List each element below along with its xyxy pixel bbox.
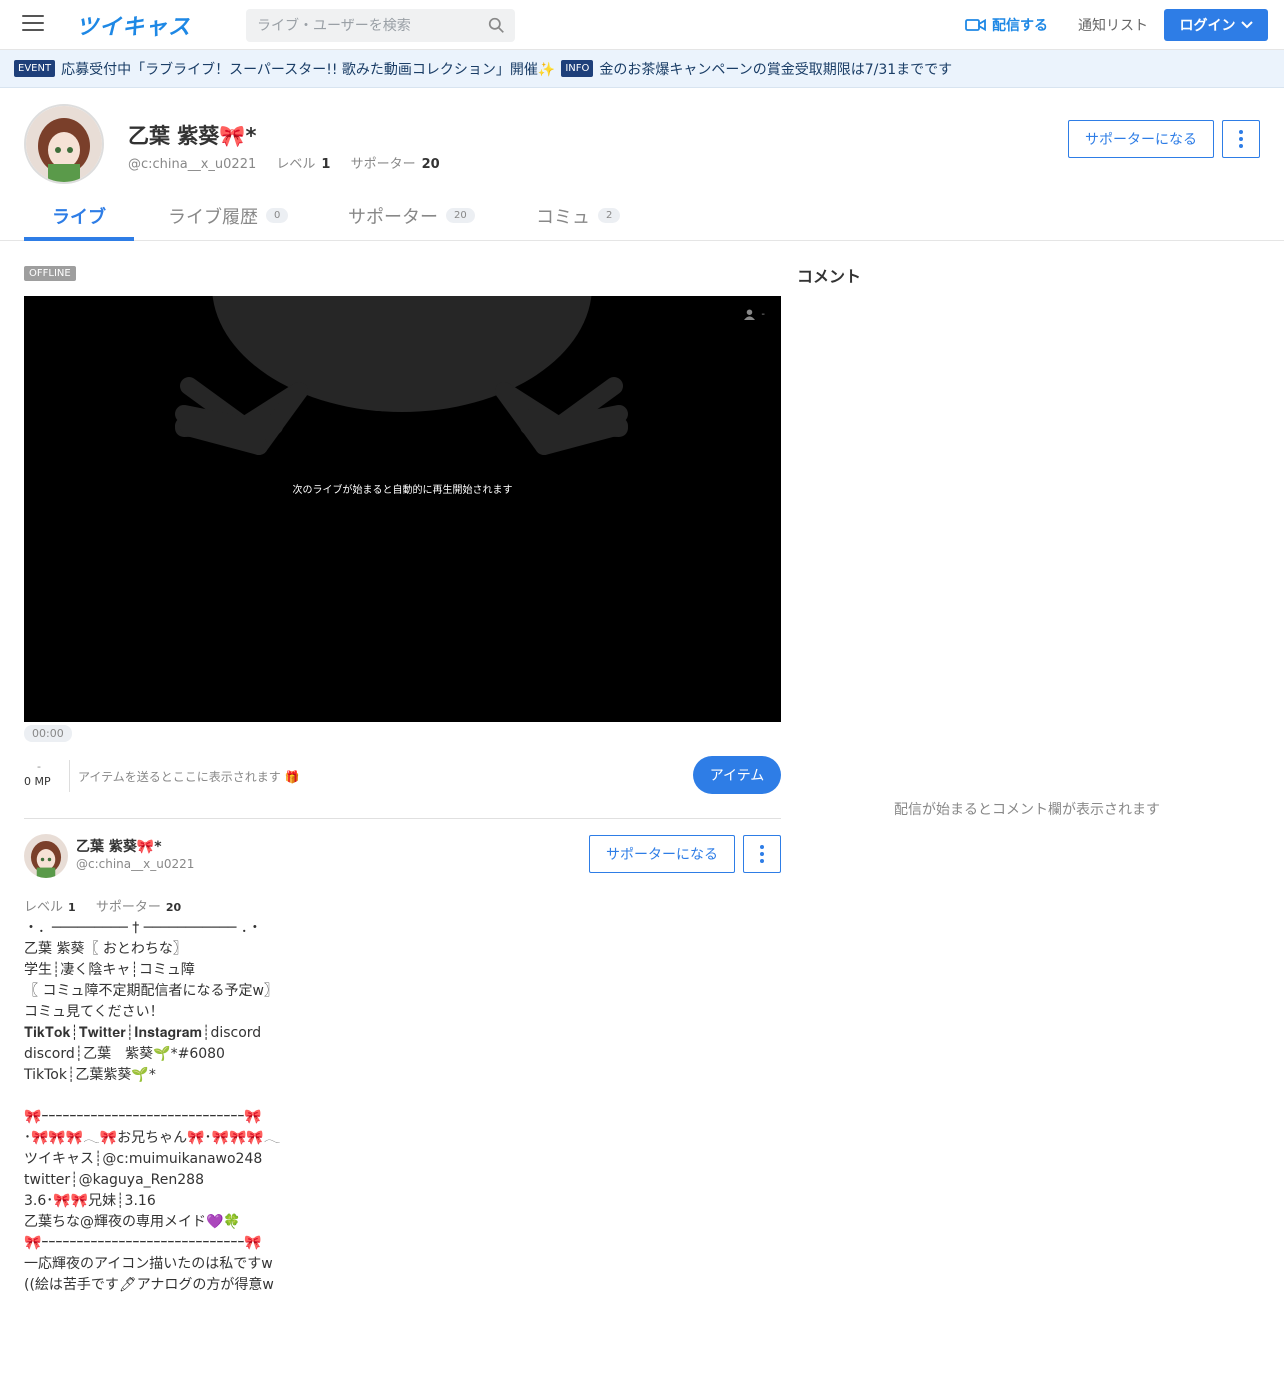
tab-label: コミュ bbox=[536, 206, 590, 228]
profile-meta: @c:china__x_u0221 レベル 1 サポーター 20 bbox=[128, 153, 456, 172]
notification-list-link[interactable]: 通知リスト bbox=[1078, 15, 1148, 35]
bio-line: 乙葉 紫葵〖 おとわちな〗 bbox=[24, 941, 187, 957]
chevron-down-icon bbox=[1240, 21, 1253, 29]
item-button[interactable]: アイテム bbox=[693, 756, 781, 794]
tab-supporters[interactable]: サポーター 20 bbox=[348, 190, 475, 241]
mp-dash: - bbox=[37, 760, 41, 773]
bio-line: ・．───────── † ─────────── ．・ bbox=[24, 920, 262, 936]
tab-live-history[interactable]: ライブ履歴 0 bbox=[168, 190, 289, 241]
tab-count: 2 bbox=[598, 208, 621, 223]
header: ツイキャス 配信する 通知リスト ログイン bbox=[0, 0, 1284, 50]
profile-bio: ・．───────── † ─────────── ．・ 乙葉 紫葵〖 おとわち… bbox=[24, 918, 764, 1296]
search-icon[interactable] bbox=[488, 17, 505, 34]
mp-box: - 0 MP bbox=[24, 760, 70, 792]
viewer-count: - bbox=[744, 309, 765, 320]
info-badge: INFO bbox=[561, 60, 594, 77]
camera-icon bbox=[965, 18, 986, 32]
tab-live[interactable]: ライブ bbox=[24, 190, 134, 241]
viewer-value: - bbox=[761, 309, 765, 320]
player-message: 次のライブが始まると自動的に再生開始されます bbox=[292, 485, 513, 496]
bio-line: 学生┊凄く陰キャ┊コミュ障 bbox=[24, 962, 195, 978]
become-supporter-button[interactable]: サポーターになる bbox=[1068, 120, 1214, 158]
broadcast-label: 配信する bbox=[992, 18, 1048, 34]
tab-community[interactable]: コミュ 2 bbox=[536, 190, 621, 241]
mp-value: 0 MP bbox=[24, 775, 51, 788]
comment-empty-message: 配信が始まるとコメント欄が表示されます bbox=[894, 802, 1160, 818]
card-name: 乙葉 紫葵🎀* bbox=[76, 839, 162, 855]
bio-line: 乙葉ちな@輝夜の専用メイド💜🍀 bbox=[24, 1214, 241, 1230]
bio-line bbox=[24, 1086, 764, 1107]
login-button[interactable]: ログイン bbox=[1164, 9, 1268, 41]
elapsed-time: 00:00 bbox=[24, 725, 72, 742]
card-meta: レベル 1 サポーター 20 bbox=[24, 896, 197, 915]
offline-badge: OFFLINE bbox=[24, 266, 76, 281]
profile-tabs: ライブ ライブ履歴 0 サポーター 20 コミュ 2 bbox=[0, 190, 1284, 241]
logo[interactable]: ツイキャス bbox=[76, 9, 191, 41]
tab-count: 20 bbox=[446, 208, 475, 223]
bio-line: twitter┊@kaguya_Ren288 bbox=[24, 1172, 204, 1188]
avatar[interactable] bbox=[24, 834, 68, 878]
bio-line: 🎀ｰｰｰｰｰｰｰｰｰｰｰｰｰｰｰｰｰｰｰｰｰｰｰｰｰｰｰｰｰ🎀 bbox=[24, 1109, 262, 1125]
tab-label: ライブ bbox=[52, 206, 106, 228]
tab-count: 0 bbox=[266, 208, 289, 223]
event-link[interactable]: 応募受付中「ラブライブ！スーパースター!! 歌みた動画コレクション」開催✨ bbox=[61, 59, 555, 79]
bio-line: discord┊乙葉 紫葵🌱*#6080 bbox=[24, 1046, 225, 1062]
handle: @c:china__x_u0221 bbox=[128, 157, 257, 172]
become-supporter-button[interactable]: サポーターになる bbox=[589, 835, 735, 873]
bio-line: ツイキャス┊@c:muimuikanawo248 bbox=[24, 1151, 263, 1167]
item-message: アイテムを送るとここに表示されます 🎁 bbox=[78, 770, 300, 784]
search-box bbox=[246, 9, 515, 42]
bio-line: 🎀ｰｰｰｰｰｰｰｰｰｰｰｰｰｰｰｰｰｰｰｰｰｰｰｰｰｰｰｰｰ🎀 bbox=[24, 1235, 262, 1251]
more-options-button[interactable] bbox=[1222, 120, 1260, 158]
tab-label: ライブ履歴 bbox=[168, 206, 258, 228]
level-label: レベル bbox=[276, 157, 316, 172]
supporter-label: サポーター bbox=[350, 157, 416, 172]
card-handle: @c:china__x_u0221 bbox=[76, 857, 195, 871]
comment-title: コメント bbox=[797, 267, 862, 286]
divider bbox=[24, 818, 781, 819]
more-vertical-icon bbox=[1239, 130, 1243, 148]
login-label: ログイン bbox=[1179, 18, 1236, 34]
video-player[interactable]: - 次のライブが始まると自動的に再生開始されます bbox=[24, 296, 781, 722]
bio-line: ((絵は苦手です🖊アナログの方が得意w bbox=[24, 1277, 274, 1293]
bio-line: ･🎀🎀🎀𓂃🎀お兄ちゃん🎀･🎀🎀🎀𓂃 bbox=[24, 1130, 281, 1146]
person-icon bbox=[744, 309, 756, 320]
event-badge: EVENT bbox=[14, 60, 56, 77]
level-value: 1 bbox=[321, 157, 331, 172]
bio-line: 3.6･🎀🎀兄妹┊3.16 bbox=[24, 1193, 156, 1209]
offline-mascot-illustration bbox=[175, 296, 628, 455]
supporter-count: 20 bbox=[165, 901, 182, 914]
bio-line: 〖 コミュ障不定期配信者になる予定w〗 bbox=[24, 983, 278, 999]
info-link[interactable]: 金のお茶爆キャンペーンの賞金受取期限は7/31までです bbox=[599, 59, 952, 79]
announcement-bar: EVENT 応募受付中「ラブライブ！スーパースター!! 歌みた動画コレクション」… bbox=[0, 50, 1284, 88]
bio-line: 一応輝夜のアイコン描いたのは私ですw bbox=[24, 1256, 273, 1272]
supporter-label: サポーター bbox=[95, 900, 161, 915]
avatar[interactable] bbox=[24, 104, 104, 184]
profile-name: 乙葉 紫葵🎀* bbox=[128, 124, 257, 148]
bio-line: TikTok┊乙葉紫葵🌱* bbox=[24, 1067, 156, 1083]
bio-line: コミュ見てください！ bbox=[24, 1004, 164, 1020]
supporter-count: 20 bbox=[421, 157, 440, 172]
more-options-button[interactable] bbox=[743, 835, 781, 873]
bio-line: 𝐓𝐢𝐤𝐓𝐨𝐤┊𝐓𝐰𝐢𝐭𝐭𝐞𝐫┊𝐈𝐧𝐬𝐭𝐚𝐠𝐫𝐚𝐦┊discord bbox=[24, 1025, 262, 1041]
level-label: レベル bbox=[24, 900, 64, 915]
menu-icon[interactable] bbox=[22, 15, 44, 33]
more-vertical-icon bbox=[760, 845, 764, 863]
level-value: 1 bbox=[68, 901, 76, 914]
tab-label: サポーター bbox=[348, 206, 438, 228]
search-input[interactable] bbox=[246, 9, 476, 42]
broadcast-button[interactable]: 配信する bbox=[965, 15, 1048, 35]
